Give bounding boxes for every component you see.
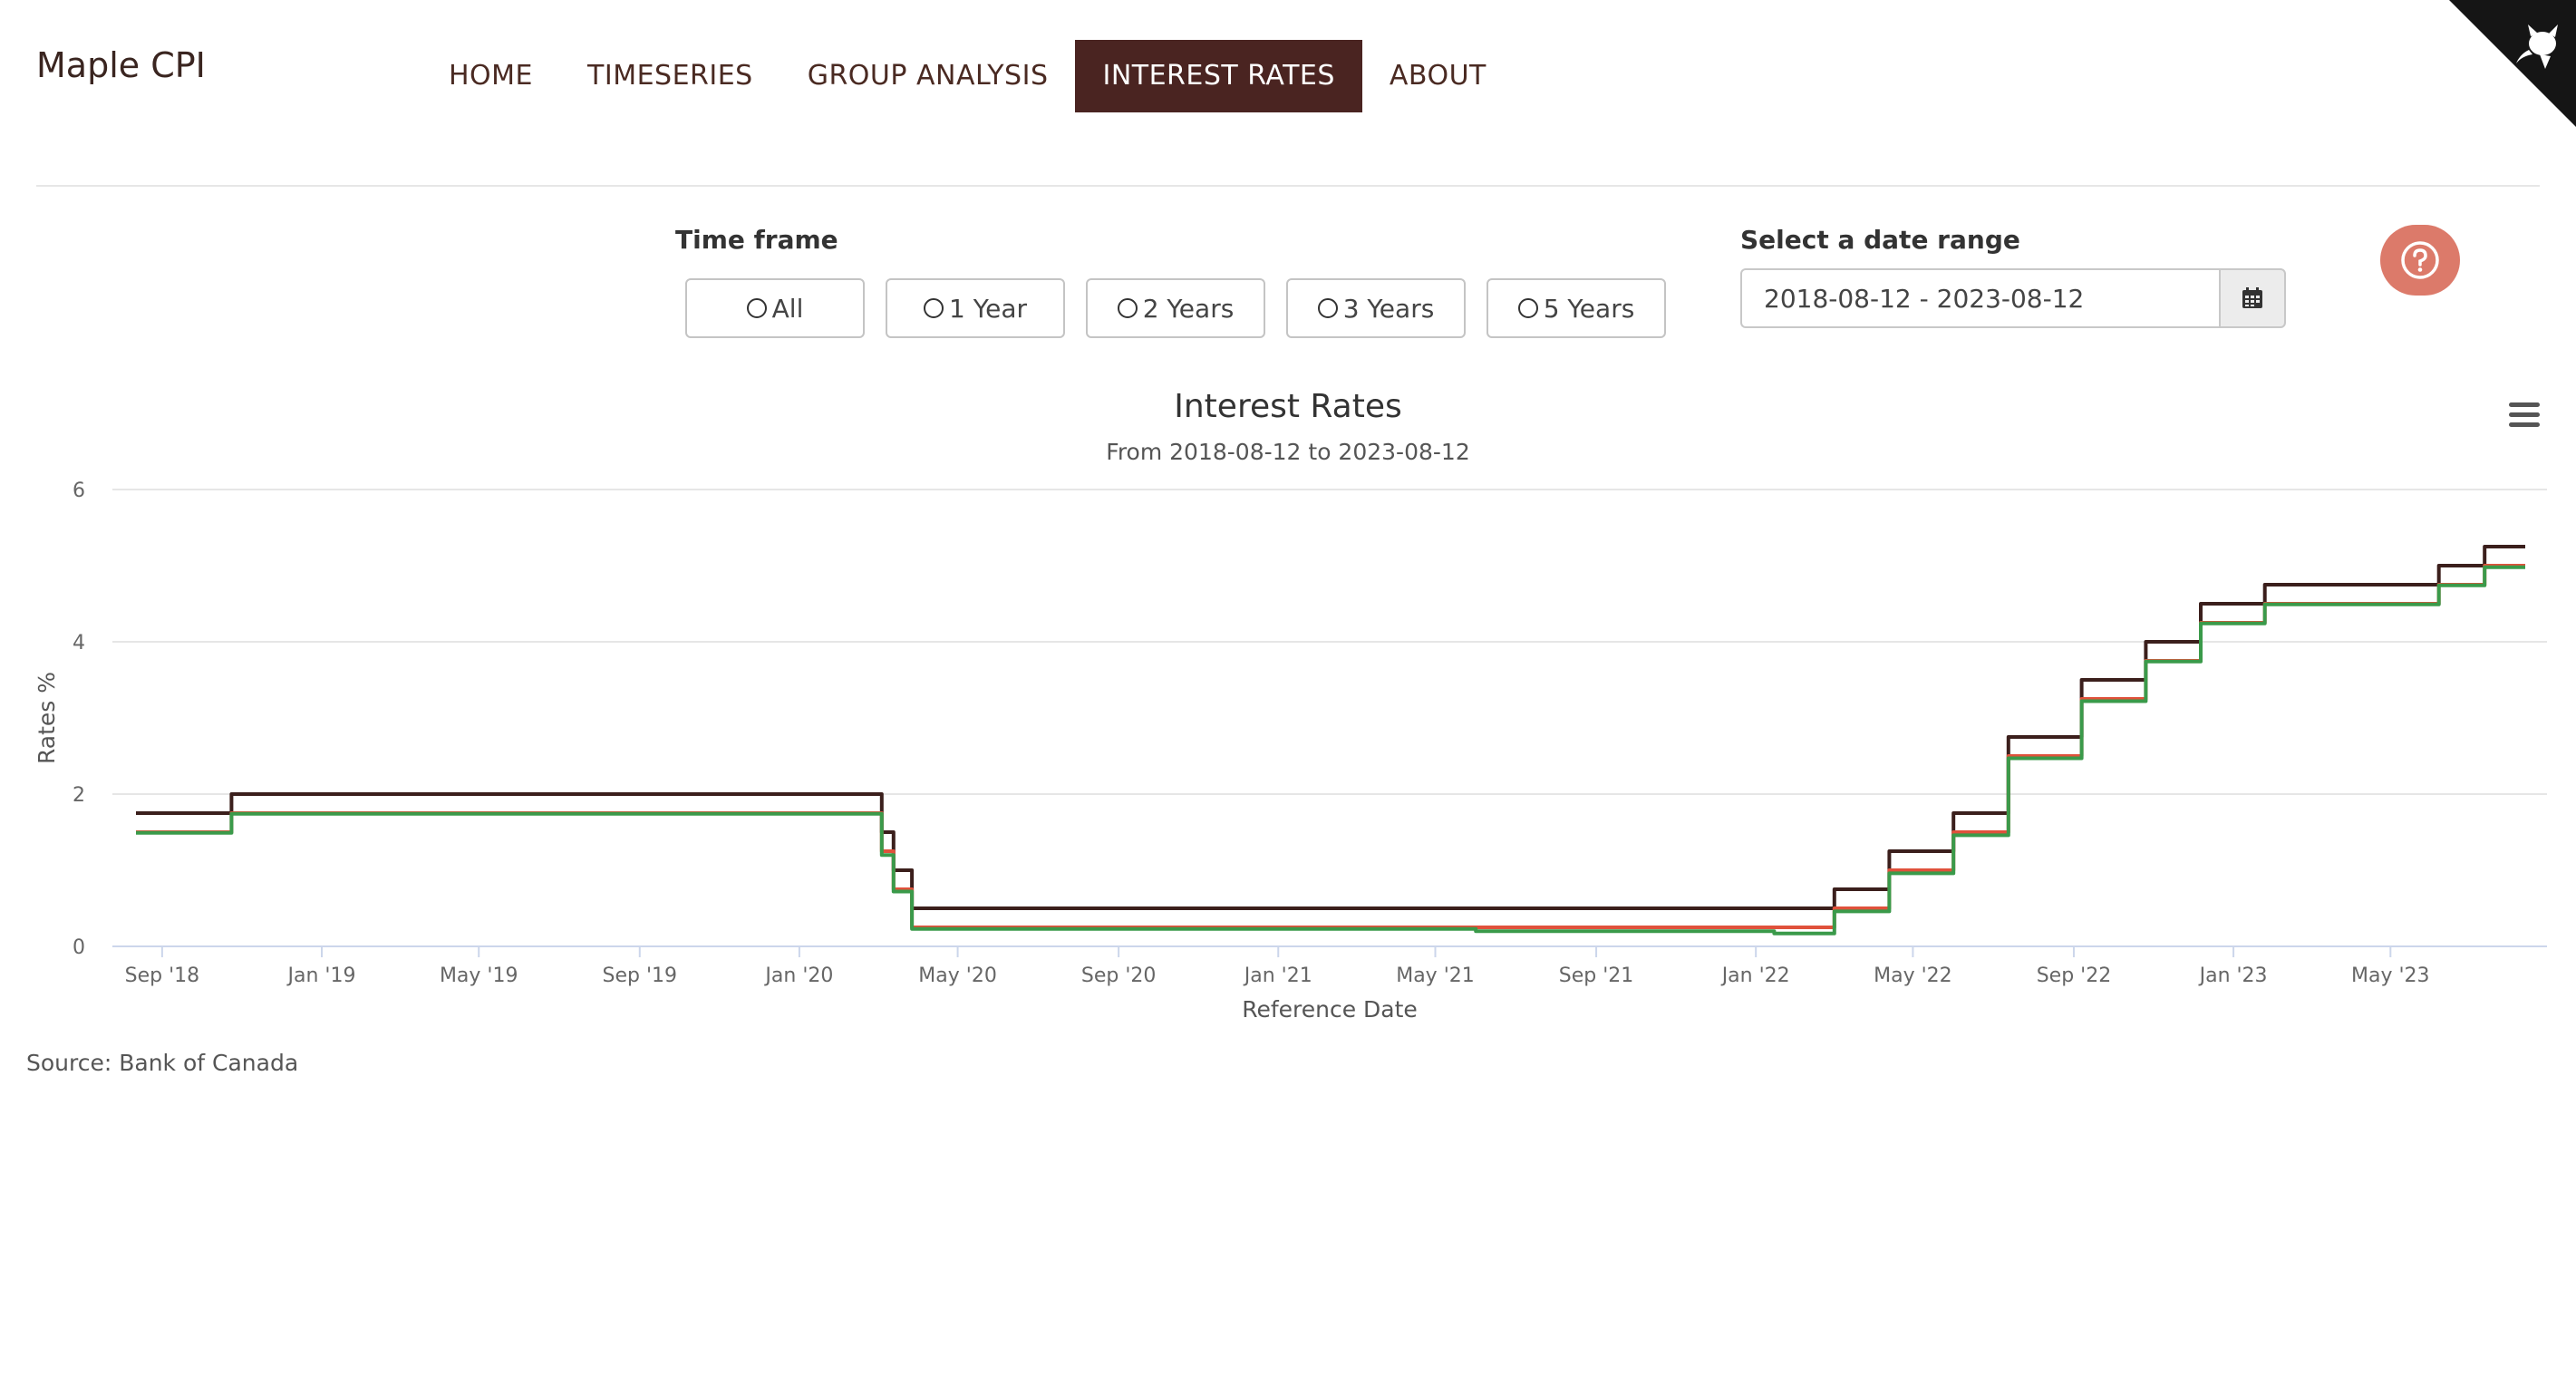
y-tick-label: 6 bbox=[73, 480, 85, 502]
x-tick-label: May '21 bbox=[1396, 965, 1475, 987]
y-tick-label: 2 bbox=[73, 784, 85, 807]
x-tick-label: Jan '21 bbox=[1243, 965, 1312, 987]
x-tick-label: Sep '22 bbox=[2037, 965, 2112, 987]
series-line-1 bbox=[136, 545, 2525, 910]
y-axis-title: Rates % bbox=[34, 672, 60, 764]
series-line-2 bbox=[136, 564, 2525, 929]
x-tick-label: Sep '21 bbox=[1559, 965, 1634, 987]
x-tick-label: Jan '20 bbox=[763, 965, 833, 987]
x-axis-title: Reference Date bbox=[1242, 996, 1418, 1023]
x-tick-label: May '19 bbox=[440, 965, 518, 987]
series-line-3 bbox=[136, 565, 2525, 936]
y-tick-label: 4 bbox=[73, 632, 85, 654]
x-tick-label: Sep '20 bbox=[1081, 965, 1157, 987]
interest-rates-chart: 0 2 4 6 Sep '18 Jan '19 May '19 Sep '19 Jan '20 M… bbox=[34, 480, 2547, 1023]
x-tick-label: May '22 bbox=[1874, 965, 1952, 987]
source-credit: Source: Bank of Canada bbox=[26, 1050, 299, 1076]
x-tick-label: May '20 bbox=[918, 965, 997, 987]
x-tick-label: Jan '22 bbox=[1720, 965, 1790, 987]
x-tick-label: Sep '19 bbox=[603, 965, 678, 987]
x-tick-label: May '23 bbox=[2351, 965, 2430, 987]
x-tick-label: Jan '23 bbox=[2198, 965, 2268, 987]
x-tick-label: Sep '18 bbox=[125, 965, 200, 987]
x-tick-label: Jan '19 bbox=[286, 965, 356, 987]
y-tick-label: 0 bbox=[73, 936, 85, 959]
